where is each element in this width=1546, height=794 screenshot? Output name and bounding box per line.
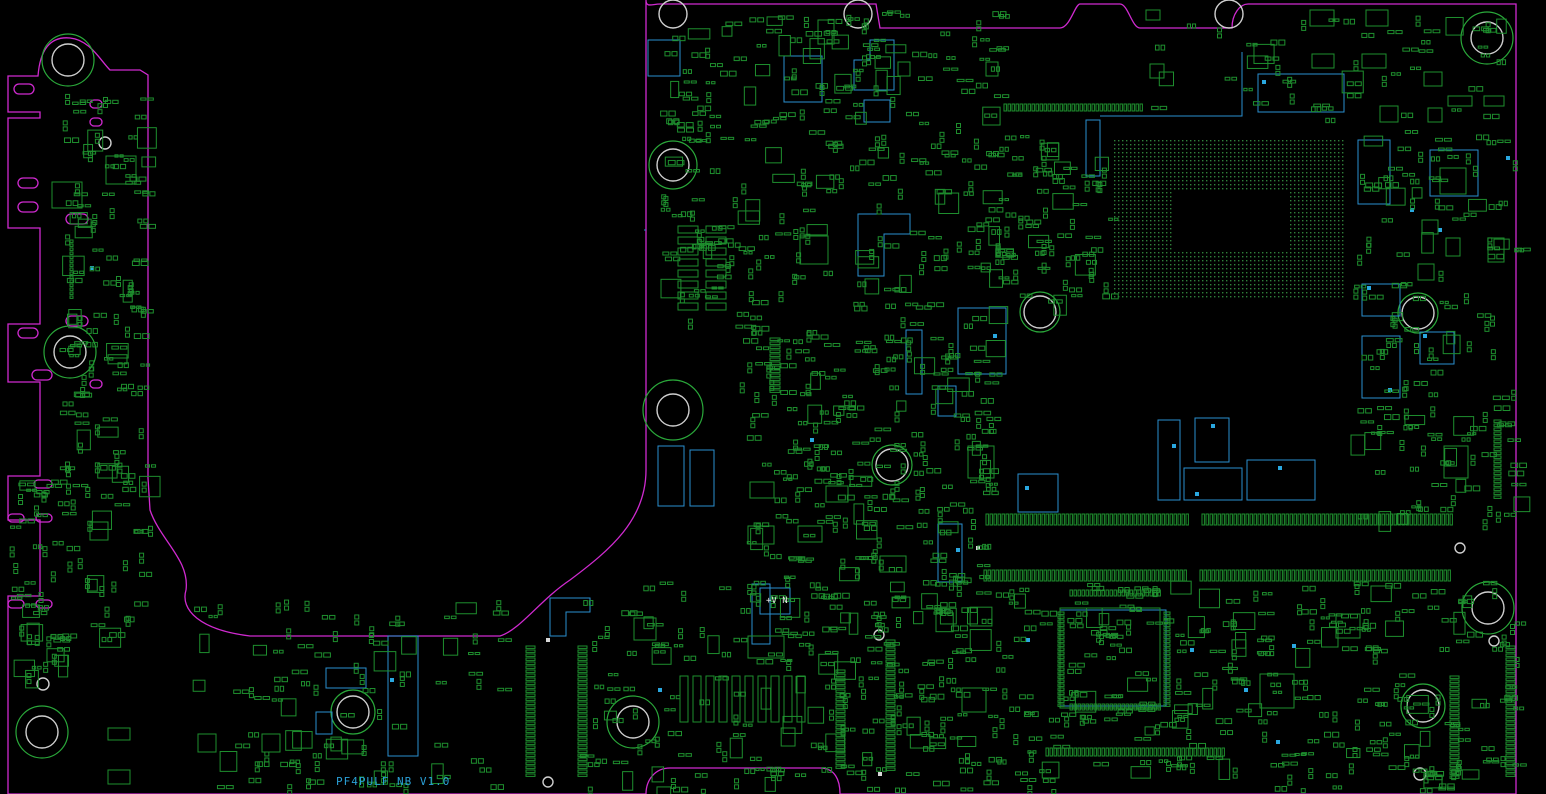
board-name-label: PF4PULF NB V1.0 bbox=[336, 775, 450, 788]
component-footprints bbox=[9, 9, 1531, 794]
pcb-layout-canvas: PF4PULF NB V1.0 +V N bbox=[7, 0, 1531, 794]
via-markers bbox=[90, 80, 1510, 776]
board-outline bbox=[7, 0, 1517, 794]
ic-packages bbox=[51, 155, 1467, 753]
mounting-holes bbox=[15, 0, 1515, 788]
net-label: +V N bbox=[766, 596, 788, 606]
bga-package-field bbox=[1114, 140, 1344, 298]
